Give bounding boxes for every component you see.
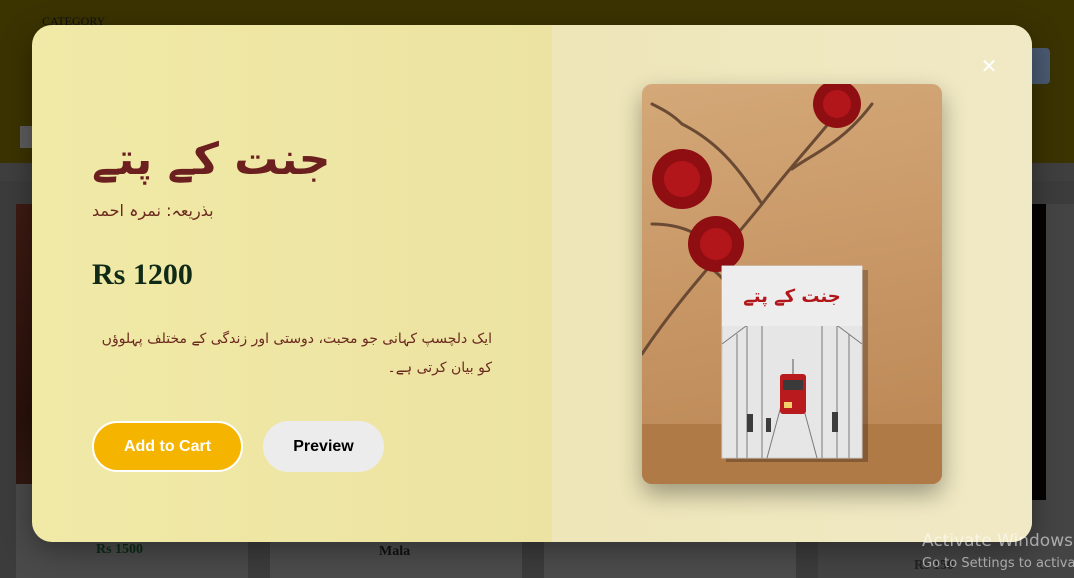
book-detail-modal: ✕ جنت کے پتے بذریعہ: نمرہ احمد Rs 1200 ا… <box>32 25 1032 542</box>
add-to-cart-button[interactable]: Add to Cart <box>92 421 243 472</box>
preview-button[interactable]: Preview <box>263 421 384 472</box>
close-icon[interactable]: ✕ <box>978 55 1000 77</box>
book-photo-illustration: جنت کے پتے <box>642 84 942 484</box>
red-flowers <box>652 84 861 272</box>
product-name: Mala <box>379 544 411 559</box>
book-price: Rs 1200 <box>92 258 193 291</box>
windows-activation-subtext: Go to Settings to activate <box>922 556 1074 571</box>
book-cover-title: جنت کے پتے <box>743 286 841 307</box>
book-author: بذریعہ: نمرہ احمد <box>92 201 214 220</box>
windows-activation-watermark: Activate Windows <box>922 531 1073 551</box>
product-price: Rs 1500 <box>96 542 144 557</box>
book-description: ایک دلچسپ کہانی جو محبت، دوستی اور زندگی… <box>101 331 492 376</box>
book-cover-image: جنت کے پتے <box>642 84 942 484</box>
book-title: جنت کے پتے <box>92 134 331 185</box>
book: جنت کے پتے <box>721 265 863 459</box>
